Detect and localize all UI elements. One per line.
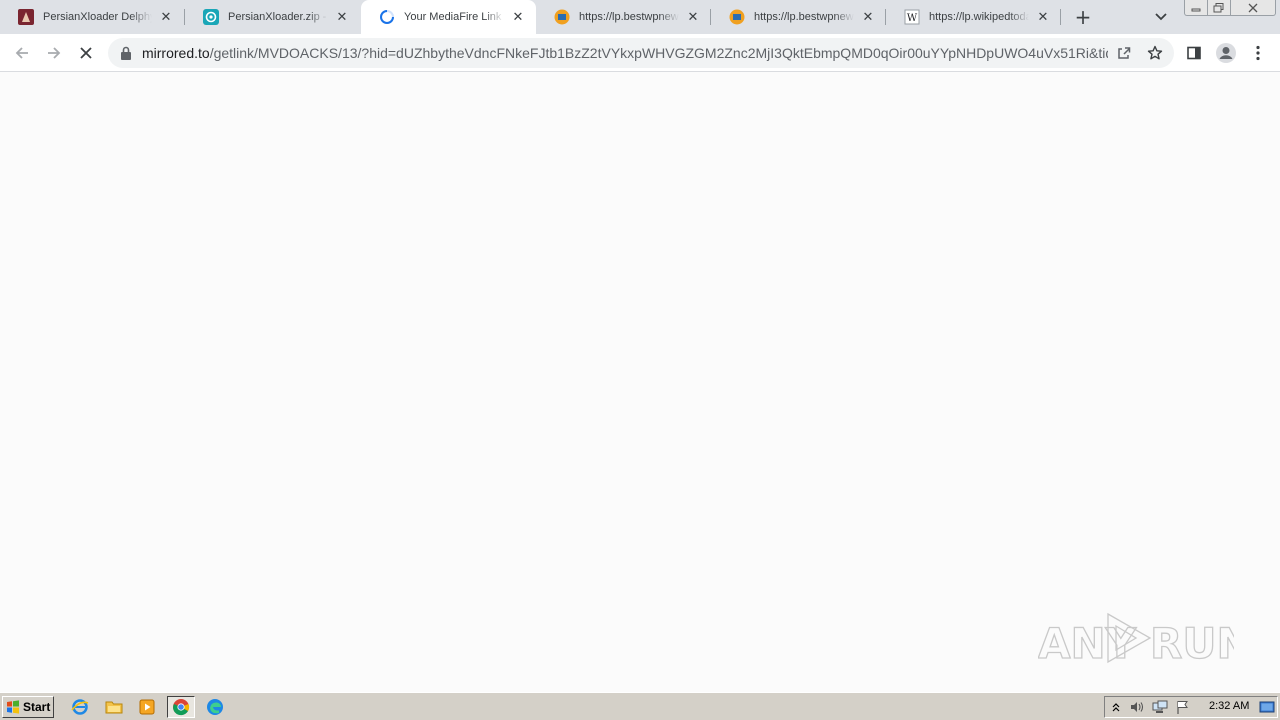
internet-explorer-icon[interactable] [68,696,92,718]
start-label: Start [23,700,51,714]
tab-title: PersianXloader Delphy [43,11,152,23]
lock-icon[interactable] [119,45,133,61]
show-desktop-icon[interactable] [1259,699,1275,715]
loading-spinner-icon [379,9,395,25]
close-window-icon[interactable] [1230,0,1276,16]
tab-persianxloader-zip[interactable]: PersianXloader.zip - Mir ✕ [185,0,360,34]
close-tab-icon[interactable]: ✕ [510,9,526,25]
chrome-taskbar-icon[interactable] [167,696,195,718]
tab-title: Your MediaFire Link - M [404,11,504,23]
network-icon[interactable] [1152,699,1168,715]
close-tab-icon[interactable]: ✕ [334,9,350,25]
tab-wikipedtoday[interactable]: W https://lp.wikipedtoday ✕ [886,0,1061,34]
ad-site-icon [729,9,745,25]
taskbar-clock[interactable]: 2:32 AM [1209,700,1249,712]
toolbar: mirrored.to/getlink/MVDOACKS/13/?hid=dUZ… [0,34,1280,72]
mirrored-icon [203,9,219,25]
start-button[interactable]: Start [2,696,54,718]
url-path: /getlink/MVDOACKS/13/?hid=dUZhbytheVdncF… [209,45,1108,61]
tray-expand-icon[interactable] [1108,699,1124,715]
tab-title: PersianXloader.zip - Mir [228,11,328,23]
tab-strip: PersianXloader Delphy ✕ PersianXloader.z… [0,0,1280,34]
taskbar: Start 2:32 AM [0,692,1280,720]
tab-mediafire-link[interactable]: Your MediaFire Link - M ✕ [361,0,536,34]
close-tab-icon[interactable]: ✕ [1035,9,1051,25]
persian-site-icon [18,9,34,25]
close-tab-icon[interactable]: ✕ [158,9,174,25]
close-tab-icon[interactable]: ✕ [685,9,701,25]
stop-loading-icon[interactable] [72,39,100,67]
bookmark-star-icon[interactable] [1142,40,1168,66]
system-tray: 2:32 AM [1104,696,1278,718]
svg-text:RUN: RUN [1150,619,1234,668]
close-tab-icon[interactable]: ✕ [860,9,876,25]
browser-window: PersianXloader Delphy ✕ PersianXloader.z… [0,0,1280,692]
action-center-flag-icon[interactable] [1175,699,1191,715]
edge-icon[interactable] [203,696,227,718]
tab-separator [1060,9,1061,25]
side-panel-icon[interactable] [1180,39,1208,67]
tab-title: https://lp.wikipedtoday [929,11,1029,23]
url-host: mirrored.to [142,45,210,61]
tab-search-icon[interactable] [1150,6,1172,28]
ad-site-icon [554,9,570,25]
wikipedia-icon: W [904,9,920,25]
forward-arrow-icon[interactable] [40,39,68,67]
profile-avatar-icon[interactable] [1212,39,1240,67]
tab-bestwpnewt-2[interactable]: https://lp.bestwpnewt ✕ [711,0,886,34]
menu-kebab-icon[interactable] [1244,39,1272,67]
back-arrow-icon[interactable] [8,39,36,67]
minimize-icon[interactable] [1184,0,1208,16]
tab-bestwpnewt-1[interactable]: https://lp.bestwpnewt ✕ [536,0,711,34]
anyrun-watermark-logo: ANY RUN [1038,612,1234,669]
new-tab-icon[interactable]: + [1070,4,1096,30]
volume-icon[interactable] [1129,699,1145,715]
share-icon[interactable] [1111,40,1137,66]
file-explorer-icon[interactable] [102,696,126,718]
page-content [0,72,1280,692]
tab-title: https://lp.bestwpnewt [754,11,854,23]
media-player-icon[interactable] [135,696,159,718]
address-bar[interactable]: mirrored.to/getlink/MVDOACKS/13/?hid=dUZ… [108,38,1174,68]
windows-logo-icon [7,700,19,714]
url-text[interactable]: mirrored.to/getlink/MVDOACKS/13/?hid=dUZ… [142,45,1108,61]
tab-title: https://lp.bestwpnewt [579,11,679,23]
restore-icon[interactable] [1207,0,1231,16]
svg-text:W: W [907,13,918,24]
svg-text:ANY: ANY [1038,619,1137,668]
tab-persianxloader-delphy[interactable]: PersianXloader Delphy ✕ [0,0,184,34]
